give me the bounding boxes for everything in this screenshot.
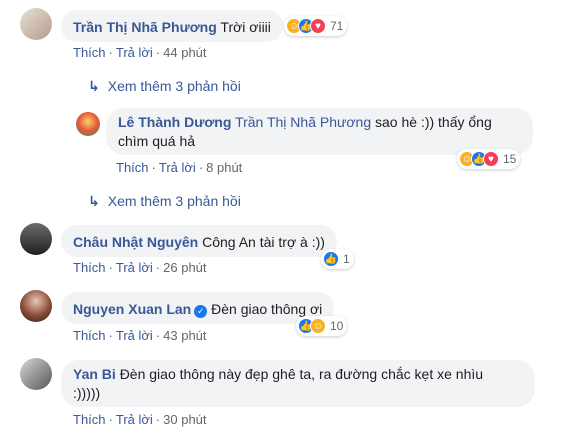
comment-actions: Thích · Trả lời · 30 phút [73, 412, 207, 427]
reactions-badge[interactable]: 👍 1 [321, 249, 354, 269]
love-icon: ♥ [483, 151, 499, 167]
view-more-replies[interactable]: ↳ Xem thêm 3 phản hồi [88, 193, 241, 210]
comment-text: :))))) [73, 385, 101, 401]
reaction-count: 15 [503, 152, 517, 166]
avatar[interactable] [20, 223, 52, 255]
mention-link[interactable]: Trần Thị Nhã Phương [235, 114, 371, 130]
like-button[interactable]: Thích [73, 412, 106, 427]
comment-bubble: Châu Nhật Nguyên Công An tài trợ à :)) [61, 225, 337, 257]
reactions-badge[interactable]: 👍 ☺ 10 [296, 316, 348, 336]
like-button[interactable]: Thích [116, 160, 149, 175]
comment-bubble: Lê Thành Dương Trần Thị Nhã Phương sao h… [106, 108, 533, 155]
reaction-count: 10 [330, 319, 344, 333]
comment-actions: Thích · Trả lời · 26 phút [73, 260, 207, 275]
view-more-replies[interactable]: ↳ Xem thêm 3 phản hồi [88, 78, 241, 95]
like-button[interactable]: Thích [73, 328, 106, 343]
verified-badge-icon: ✓ [194, 305, 208, 318]
comment-text: chìm quá hả [118, 133, 196, 149]
comment-author[interactable]: Trần Thị Nhã Phương [73, 19, 217, 35]
comment-time[interactable]: 8 phút [206, 160, 242, 175]
like-button[interactable]: Thích [73, 45, 106, 60]
avatar[interactable] [20, 358, 52, 390]
comment-time[interactable]: 44 phút [163, 45, 206, 60]
comment-author[interactable]: Nguyen Xuan Lan [73, 301, 191, 317]
reply-button[interactable]: Trả lời [159, 160, 196, 175]
reactions-badge[interactable]: ☺ 👍 ♥ 15 [457, 149, 521, 169]
reply-button[interactable]: Trả lời [116, 260, 153, 275]
like-icon: 👍 [323, 251, 339, 267]
avatar[interactable] [20, 8, 52, 40]
comment-text: Trời ơiiii [220, 19, 271, 35]
reply-button[interactable]: Trả lời [116, 45, 153, 60]
comment-time[interactable]: 43 phút [163, 328, 206, 343]
comment-author[interactable]: Lê Thành Dương [118, 114, 231, 130]
comment-actions: Thích · Trả lời · 8 phút [116, 160, 243, 175]
love-icon: ♥ [310, 18, 326, 34]
comment-bubble: Trần Thị Nhã Phương Trời ơiiii [61, 10, 283, 42]
comment-author[interactable]: Châu Nhật Nguyên [73, 234, 198, 250]
haha-icon: ☺ [310, 318, 326, 334]
reactions-badge[interactable]: ☺ 👍 ♥ 71 [284, 16, 348, 36]
comment-author[interactable]: Yan Bi [73, 366, 116, 382]
like-button[interactable]: Thích [73, 260, 106, 275]
comment-actions: Thích · Trả lời · 44 phút [73, 45, 207, 60]
comment-time[interactable]: 26 phút [163, 260, 206, 275]
reply-arrow-icon: ↳ [88, 193, 100, 209]
avatar[interactable] [76, 112, 100, 136]
comment-actions: Thích · Trả lời · 43 phút [73, 328, 207, 343]
avatar[interactable] [20, 290, 52, 322]
comment-bubble: Nguyen Xuan Lan ✓ Đèn giao thông ơi [61, 292, 335, 324]
comment-text: Đèn giao thông này đẹp ghê ta, ra đường … [119, 366, 484, 382]
comment-bubble: Yan Bi Đèn giao thông này đẹp ghê ta, ra… [61, 360, 535, 407]
reaction-count: 1 [343, 252, 350, 266]
comment-time[interactable]: 30 phút [163, 412, 206, 427]
reaction-count: 71 [330, 19, 344, 33]
reply-button[interactable]: Trả lời [116, 412, 153, 427]
comment-text: Đèn giao thông ơi [211, 301, 323, 317]
comment-text: Công An tài trợ à :)) [202, 234, 325, 250]
reply-arrow-icon: ↳ [88, 78, 100, 94]
comment-text: sao hè :)) thấy ổng [375, 114, 492, 130]
reply-button[interactable]: Trả lời [116, 328, 153, 343]
